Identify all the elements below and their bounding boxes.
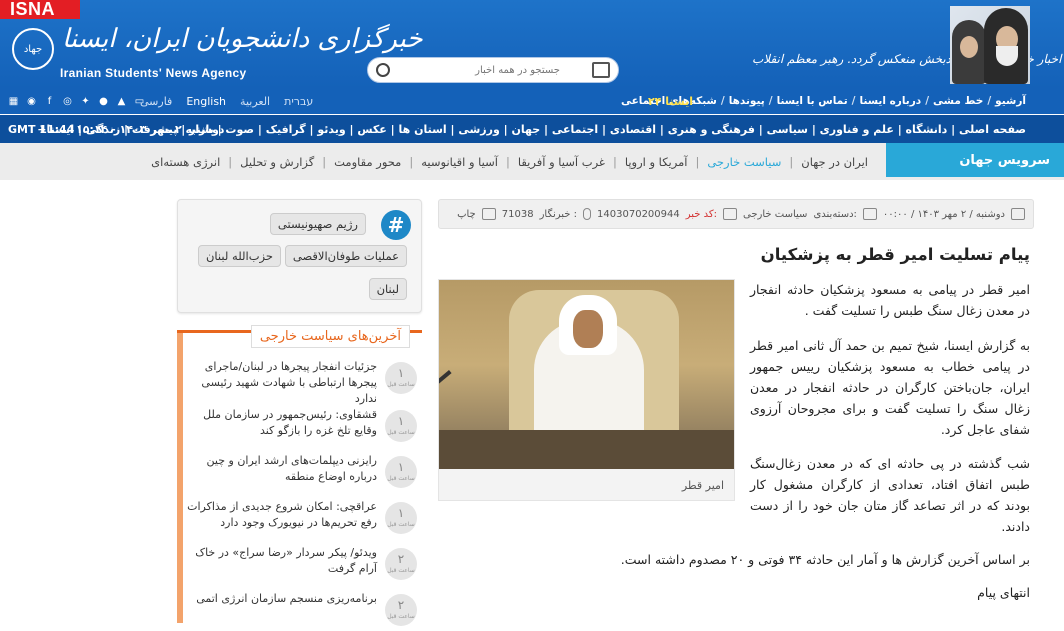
time-badge: ۲ ساعت قبل: [385, 548, 417, 580]
apple-icon[interactable]: ●: [98, 96, 109, 107]
subnav-item[interactable]: آسیا و اقیانوسیه: [421, 155, 498, 169]
list-item[interactable]: ۱ ساعت قبل قشقاوی: رئیس‌جمهور در سازمان م…: [187, 407, 417, 447]
top-links-bar: آرشیو / خط مشی / درباره ایسنا / تماس با ایس…: [0, 88, 1064, 114]
print-icon[interactable]: [481, 208, 496, 220]
search-input[interactable]: [390, 64, 560, 76]
meta-date: دوشنبه / ۲ مهر ۱۴۰۳ / ۰۰:۰۰: [882, 208, 1005, 220]
mic-icon: [583, 208, 592, 220]
link-contact[interactable]: تماس با ایسنا: [777, 95, 848, 107]
subnav-item[interactable]: ایران در جهان: [801, 155, 868, 169]
lang-en[interactable]: English: [186, 95, 226, 108]
list-item[interactable]: ۱ ساعت قبل جزئیات انفجار پیجرها در لبنان/…: [187, 359, 417, 405]
search-bar[interactable]: [367, 57, 619, 83]
article-paragraph: به گزارش ایسنا، شیخ تمیم بن حمد آل ثانی …: [750, 338, 1030, 437]
latest-title[interactable]: آخرین‌های سیاست خارجی: [250, 325, 410, 348]
isna24-link[interactable]: ایسنا ۲۴: [648, 95, 693, 108]
meta-code: 1403070200944: [597, 208, 680, 220]
tag[interactable]: لبنان: [368, 278, 407, 300]
time-badge: ۱ ساعت قبل: [385, 456, 417, 488]
language-switcher: فارسی English العربية עברית: [140, 95, 313, 108]
social-icons: ▦ ◉ f ◎ ✦ ● ▲ ▭: [8, 96, 145, 107]
latest-foreign-policy: آخرین‌های سیاست خارجی ۱ ساعت قبل جزئیات ا…: [177, 325, 422, 626]
isna-badge[interactable]: ISNA: [0, 0, 80, 19]
lang-ar[interactable]: العربية: [240, 95, 270, 108]
leaders-portrait: [950, 6, 1030, 84]
site-header: ISNA جهاد خبرگزاری دانشجویان ایران، ایسن…: [0, 0, 1064, 88]
list-item-title[interactable]: رایزنی دیپلمات‌های ارشد ایران و چین دربا…: [181, 453, 377, 485]
list-item-title[interactable]: جزئیات انفجار پیجرها در لبنان/ماجرای پیج…: [181, 359, 377, 407]
subnav-item[interactable]: غرب آسیا و آفریقا: [518, 155, 605, 169]
subnav-item[interactable]: آمریکا و اروپا: [625, 155, 688, 169]
subnav-item[interactable]: گزارش و تحلیل: [240, 155, 314, 169]
article-meta: دوشنبه / ۲ مهر ۱۴۰۳ / ۰۰:۰۰ دسته‌بندی: س…: [438, 199, 1034, 229]
calendar-icon: [1011, 208, 1025, 220]
folder-icon: [862, 208, 877, 220]
article-end: انتهای پیام: [977, 585, 1030, 600]
link-about[interactable]: درباره ایسنا: [860, 95, 922, 107]
photo-caption: امیر قطر: [681, 479, 724, 492]
lang-he[interactable]: עברית: [284, 95, 313, 108]
article-title: پیام تسلیت امیر قطر به پزشکیان: [760, 245, 1030, 264]
instagram-icon[interactable]: ◎: [62, 96, 73, 107]
hashtag-icon: #: [381, 210, 411, 240]
grid-icon[interactable]: ▦: [8, 96, 19, 107]
link-links[interactable]: پیوندها: [729, 95, 765, 107]
site-logo-fa[interactable]: خبرگزاری دانشجویان ایران، ایسنا: [62, 24, 423, 54]
print-link[interactable]: چاپ: [457, 209, 476, 220]
list-item-title[interactable]: قشقاوی: رئیس‌جمهور در سازمان ملل وقایع ت…: [181, 407, 377, 439]
time-badge: ۱ ساعت قبل: [385, 362, 417, 394]
meta-reporter: 71038: [501, 208, 534, 220]
android-icon[interactable]: ▲: [116, 96, 127, 107]
meta-code-label: کد خبر:: [685, 208, 718, 220]
article-paragraph: بر اساس آخرین گزارش ها و آمار این حادثه …: [620, 552, 1030, 567]
photo-image: [439, 280, 734, 469]
code-icon: [723, 208, 738, 220]
list-item[interactable]: ۲ ساعت قبل ویدئو/ پیکر سردار «رضا سراج» د…: [187, 545, 417, 585]
article-lead: امیر قطر در پیامی به مسعود پزشکیان حادثه…: [750, 282, 1030, 318]
list-item[interactable]: ۱ ساعت قبل رایزنی دیپلمات‌های ارشد ایران …: [187, 453, 417, 493]
telegram-icon[interactable]: ▭: [134, 96, 145, 107]
subnav-items: ایران در جهان | سیاست خارجی | آمریکا و ارو…: [151, 154, 868, 169]
service-title[interactable]: سرویس جهان: [886, 143, 1064, 177]
tags-box: # رژیم صهیونیستی عملیات طوفان‌الاقصی حزب…: [177, 199, 422, 313]
subnav-item[interactable]: انرژی هسته‌ای: [151, 155, 220, 169]
subnav-item[interactable]: محور مقاومت: [334, 155, 401, 169]
time-badge: ۲ ساعت قبل: [385, 594, 417, 626]
jahad-logo[interactable]: جهاد: [12, 28, 54, 70]
list-item-title[interactable]: عراقچی: امکان شروع جدیدی از مذاکرات رفع …: [181, 499, 377, 531]
tag[interactable]: حزب‌الله لبنان: [197, 245, 281, 267]
article-paragraph: شب گذشته در پی حادثه ای که در معدن زغال‌…: [750, 456, 1030, 534]
time-badge: ۱ ساعت قبل: [385, 410, 417, 442]
list-item[interactable]: ۱ ساعت قبل عراقچی: امکان شروع جدیدی از مذ…: [187, 499, 417, 539]
list-item-title[interactable]: ویدئو/ پیکر سردار «رضا سراج» در خاک آرام…: [181, 545, 377, 577]
tag[interactable]: رژیم صهیونیستی: [269, 213, 366, 235]
time-badge: ۱ ساعت قبل: [385, 502, 417, 534]
tag[interactable]: عملیات طوفان‌الاقصی: [284, 245, 407, 267]
rss-icon[interactable]: ◉: [26, 96, 37, 107]
list-item[interactable]: ۲ ساعت قبل برنامه‌ریزی منسجم سازمان انرژی…: [187, 591, 417, 631]
facebook-icon[interactable]: f: [44, 96, 55, 107]
meta-category[interactable]: سیاست خارجی: [743, 209, 807, 220]
link-archive[interactable]: آرشیو: [995, 95, 1026, 107]
list-item-title[interactable]: برنامه‌ریزی منسجم سازمان انرژی اتمی: [181, 591, 377, 607]
subnav-item-active[interactable]: سیاست خارجی: [707, 155, 781, 169]
meta-category-label: دسته‌بندی:: [813, 208, 857, 220]
link-policy[interactable]: خط مشی: [933, 95, 983, 107]
search-icon[interactable]: [376, 63, 390, 77]
meta-reporter-label: خبرنگار :: [539, 208, 578, 220]
site-logo-en[interactable]: Iranian Students' News Agency: [60, 66, 247, 80]
twitter-icon[interactable]: ✦: [80, 96, 91, 107]
service-subnav: سرویس جهان ایران در جهان | سیاست خارجی | آ…: [0, 143, 1064, 180]
main-categories[interactable]: صفحه اصلی | دانشگاه | علم و فناوری | سیا…: [37, 123, 1026, 136]
calendar-icon[interactable]: [592, 62, 610, 78]
article-photo[interactable]: امیر قطر: [438, 279, 735, 501]
main-menu-bar: GMT 11:44 دوشنبه ۲ مهر ۱۴۰۳ - ۱۵:۱۴ صفحه…: [0, 115, 1064, 143]
